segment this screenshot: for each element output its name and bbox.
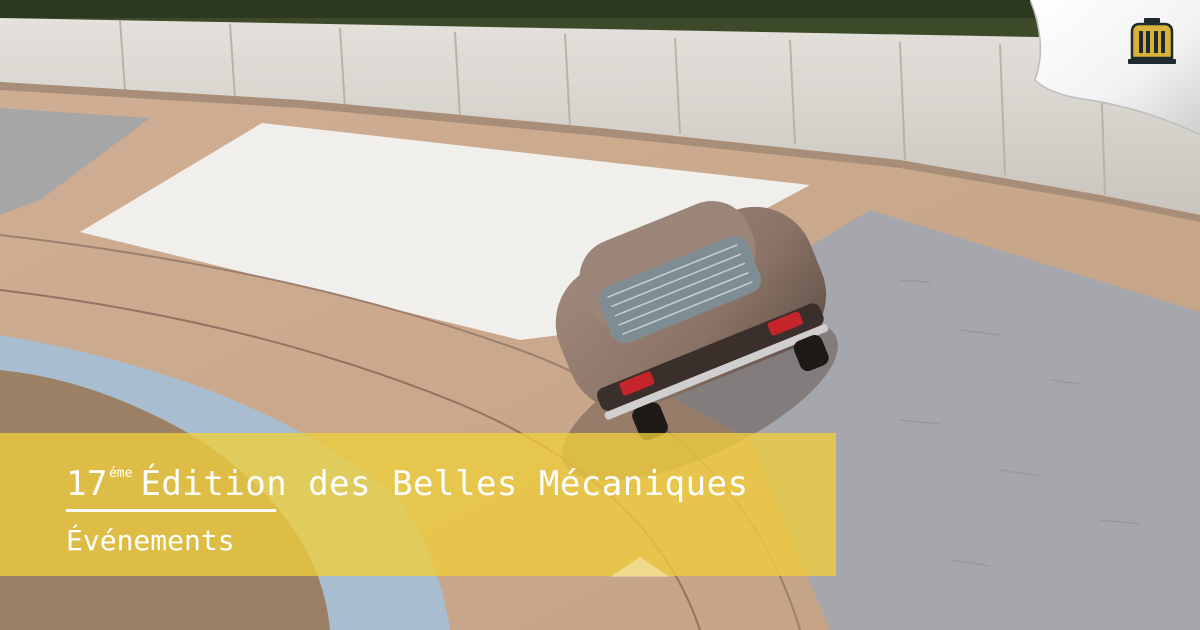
banner-notch <box>610 557 670 577</box>
title-text: Édition des Belles Mécaniques <box>140 464 749 504</box>
building-columns-logo <box>1128 18 1176 64</box>
title-divider <box>66 509 276 512</box>
title-suffix: éme <box>108 466 133 481</box>
event-title[interactable]: 17éme Édition des Belles Mécaniques <box>66 452 749 506</box>
category-label[interactable]: Événements <box>66 521 235 561</box>
title-number: 17 <box>66 464 108 504</box>
